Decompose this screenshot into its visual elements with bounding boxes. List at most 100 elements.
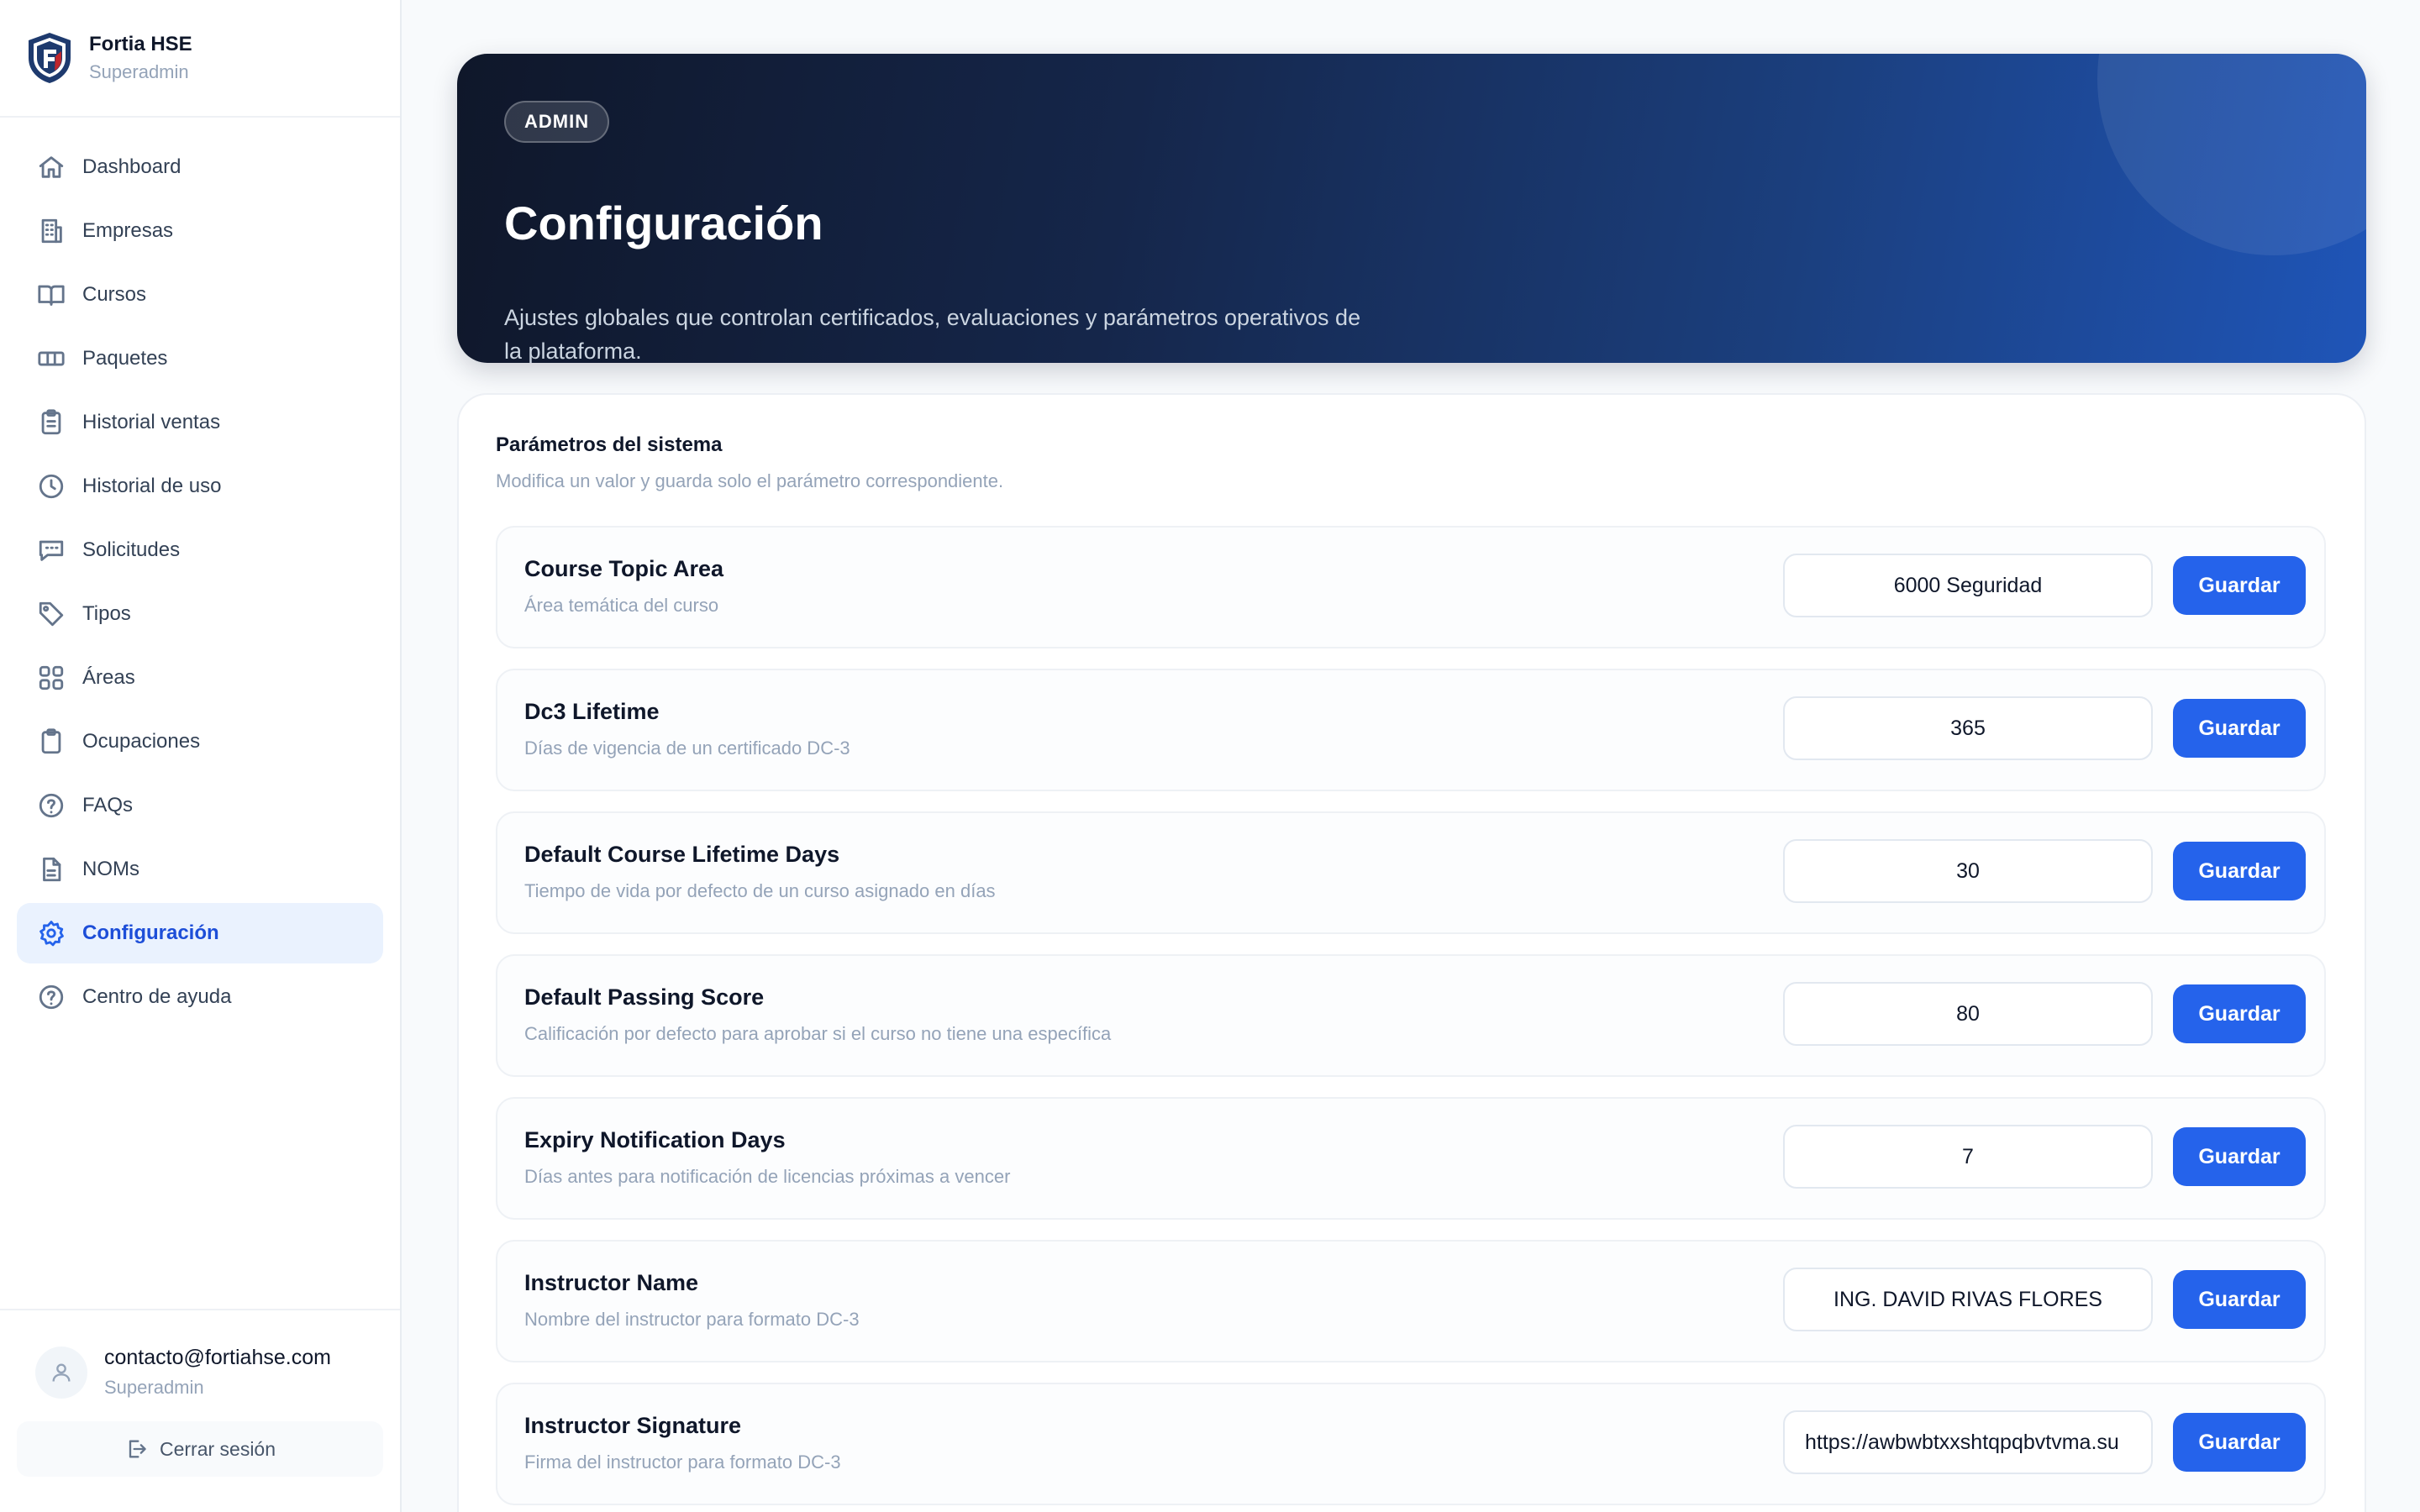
sidebar-item-label: Paquetes xyxy=(82,347,168,370)
clock-icon xyxy=(37,472,66,501)
card-title: Parámetros del sistema xyxy=(496,433,723,456)
logout-label: Cerrar sesión xyxy=(159,1437,276,1460)
logout-icon xyxy=(129,1440,146,1458)
shield-logo-icon xyxy=(29,33,71,83)
sidebar-item-label: Solicitudes xyxy=(82,538,181,561)
param-row-instructor-signature: Instructor Signature Firma del instructo… xyxy=(496,1383,2326,1505)
param-description: Tiempo de vida por defecto de un curso a… xyxy=(524,880,996,901)
sidebar-item-label: Áreas xyxy=(82,666,135,689)
sidebar-item-paquetes[interactable]: Paquetes xyxy=(17,328,383,389)
user-icon xyxy=(52,1363,71,1382)
sidebar-item-label: Configuración xyxy=(82,921,219,944)
param-row-dc3-lifetime: Dc3 Lifetime Días de vigencia de un cert… xyxy=(496,669,2326,791)
sidebar-item-solicitudes[interactable]: Solicitudes xyxy=(17,520,383,580)
save-button[interactable]: Guardar xyxy=(2173,556,2306,615)
brand[interactable]: Fortia HSE Superadmin xyxy=(0,0,400,118)
expiry-notification-days-input[interactable] xyxy=(1783,1125,2153,1189)
user-profile[interactable]: contacto@fortiahse.com Superadmin xyxy=(0,1310,400,1399)
default-passing-score-input[interactable] xyxy=(1783,982,2153,1046)
sidebar-item-label: Ocupaciones xyxy=(82,730,201,753)
sidebar-item-label: Centro de ayuda xyxy=(82,985,232,1008)
sidebar-item-cursos[interactable]: Cursos xyxy=(17,265,383,325)
brand-name: Fortia HSE xyxy=(89,33,192,55)
brand-role: Superadmin xyxy=(89,61,189,82)
param-description: Área temática del curso xyxy=(524,595,719,616)
save-button[interactable]: Guardar xyxy=(2173,699,2306,758)
sidebar-item-noms[interactable]: NOMs xyxy=(17,839,383,900)
user-email: contacto@fortiahse.com xyxy=(104,1346,331,1369)
param-description: Días antes para notificación de licencia… xyxy=(524,1166,1011,1187)
param-row-expiry-notification-days: Expiry Notification Days Días antes para… xyxy=(496,1097,2326,1220)
param-description: Firma del instructor para formato DC-3 xyxy=(524,1452,841,1473)
clipboard-icon xyxy=(37,727,66,756)
param-name: Default Passing Score xyxy=(524,984,765,1010)
system-parameters-card: Parámetros del sistema Modifica un valor… xyxy=(457,393,2366,1512)
admin-badge: ADMIN xyxy=(504,101,610,143)
instructor-signature-input[interactable] xyxy=(1783,1410,2153,1474)
sidebar-item-label: Historial ventas xyxy=(82,411,221,433)
sidebar-item-centro-ayuda[interactable]: Centro de ayuda xyxy=(17,967,383,1027)
sidebar-item-ocupaciones[interactable]: Ocupaciones xyxy=(17,711,383,772)
sidebar-item-areas[interactable]: Áreas xyxy=(17,648,383,708)
home-icon xyxy=(37,153,66,181)
user-role: Superadmin xyxy=(104,1377,204,1398)
book-icon xyxy=(37,281,66,309)
sidebar-footer: contacto@fortiahse.com Superadmin Cerrar… xyxy=(0,1309,400,1512)
sidebar-item-label: FAQs xyxy=(82,794,134,816)
sidebar: Fortia HSE Superadmin Dashboard Empresas… xyxy=(0,0,402,1512)
message-icon xyxy=(37,536,66,564)
sidebar-item-tipos[interactable]: Tipos xyxy=(17,584,383,644)
param-name: Instructor Signature xyxy=(524,1413,742,1438)
sidebar-item-label: Empresas xyxy=(82,219,174,242)
save-button[interactable]: Guardar xyxy=(2173,984,2306,1043)
sidebar-item-historial-uso[interactable]: Historial de uso xyxy=(17,456,383,517)
param-name: Expiry Notification Days xyxy=(524,1127,786,1152)
help-circle-icon xyxy=(37,983,66,1011)
grid-icon xyxy=(37,664,66,692)
save-button[interactable]: Guardar xyxy=(2173,842,2306,900)
param-name: Instructor Name xyxy=(524,1270,699,1295)
default-course-lifetime-days-input[interactable] xyxy=(1783,839,2153,903)
card-subtitle: Modifica un valor y guarda solo el parám… xyxy=(496,470,1004,491)
sidebar-item-configuracion[interactable]: Configuración xyxy=(17,903,383,963)
gear-icon xyxy=(37,919,66,948)
sidebar-item-empresas[interactable]: Empresas xyxy=(17,201,383,261)
param-name: Course Topic Area xyxy=(524,556,724,581)
page-description: Ajustes globales que controlan certifica… xyxy=(504,305,1361,363)
sidebar-item-label: Dashboard xyxy=(82,155,182,178)
param-description: Calificación por defecto para aprobar si… xyxy=(524,1023,1112,1044)
param-row-default-course-lifetime-days: Default Course Lifetime Days Tiempo de v… xyxy=(496,811,2326,934)
help-circle-icon xyxy=(37,791,66,820)
tag-icon xyxy=(37,600,66,628)
param-name: Default Course Lifetime Days xyxy=(524,842,840,867)
page-title: Configuración xyxy=(504,197,823,249)
param-description: Nombre del instructor para formato DC-3 xyxy=(524,1309,860,1330)
hero-decoration xyxy=(2097,54,2366,255)
course-topic-area-input[interactable] xyxy=(1783,554,2153,617)
save-button[interactable]: Guardar xyxy=(2173,1413,2306,1472)
save-button[interactable]: Guardar xyxy=(2173,1127,2306,1186)
sidebar-item-historial-ventas[interactable]: Historial ventas xyxy=(17,392,383,453)
param-name: Dc3 Lifetime xyxy=(524,699,660,724)
building-icon xyxy=(37,217,66,245)
sidebar-item-label: Cursos xyxy=(82,283,147,306)
clipboard-icon xyxy=(37,408,66,437)
hero-banner: ADMIN Configuración Ajustes globales que… xyxy=(457,54,2366,363)
ticket-icon xyxy=(37,344,66,373)
file-icon xyxy=(37,855,66,884)
logout-button[interactable]: Cerrar sesión xyxy=(17,1421,383,1477)
sidebar-nav: Dashboard Empresas Cursos Paquetes Histo… xyxy=(17,137,383,1031)
sidebar-item-label: NOMs xyxy=(82,858,139,880)
sidebar-item-label: Historial de uso xyxy=(82,475,222,497)
save-button[interactable]: Guardar xyxy=(2173,1270,2306,1329)
sidebar-item-dashboard[interactable]: Dashboard xyxy=(17,137,383,197)
sidebar-item-label: Tipos xyxy=(82,602,131,625)
sidebar-item-faqs[interactable]: FAQs xyxy=(17,775,383,836)
param-description: Días de vigencia de un certificado DC-3 xyxy=(524,738,850,759)
instructor-name-input[interactable] xyxy=(1783,1268,2153,1331)
param-row-default-passing-score: Default Passing Score Calificación por d… xyxy=(496,954,2326,1077)
avatar xyxy=(35,1346,87,1399)
param-row-course-topic-area: Course Topic Area Área temática del curs… xyxy=(496,526,2326,648)
param-row-instructor-name: Instructor Name Nombre del instructor pa… xyxy=(496,1240,2326,1362)
dc3-lifetime-input[interactable] xyxy=(1783,696,2153,760)
